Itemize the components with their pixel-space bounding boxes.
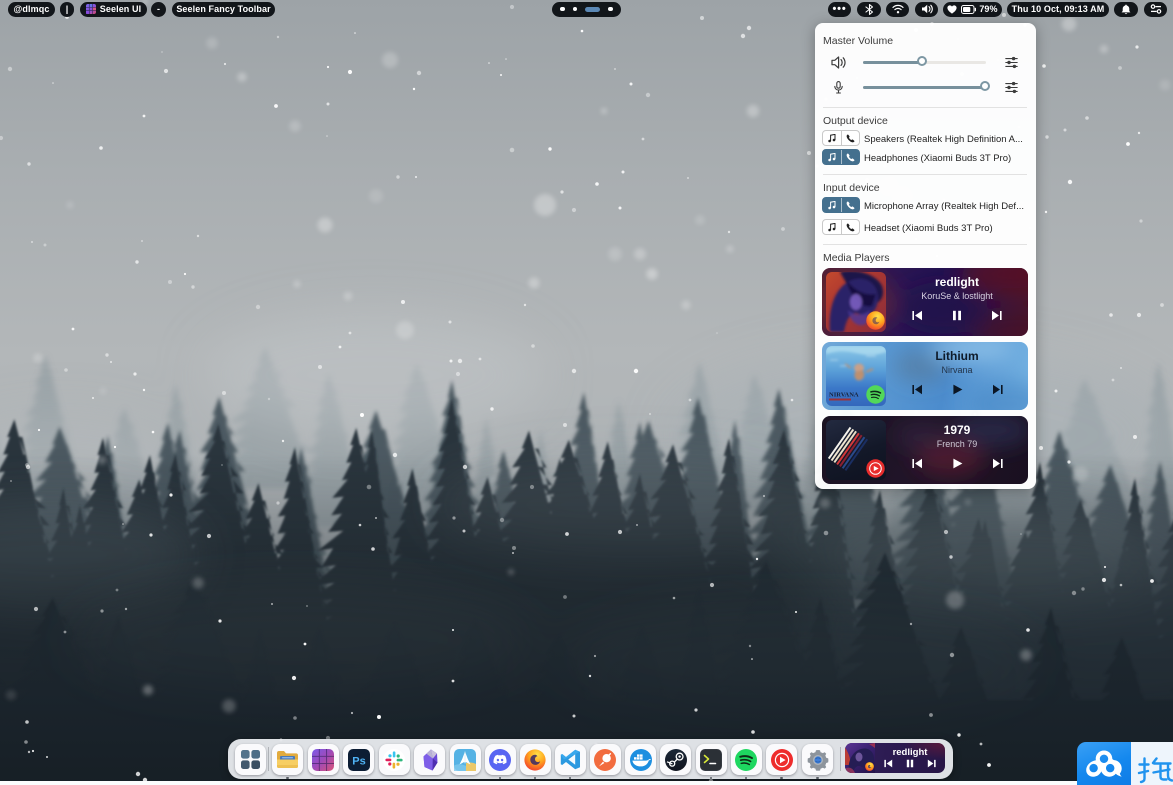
svg-text:NIRVANA: NIRVANA [829, 392, 859, 399]
svg-text:Ps: Ps [352, 755, 365, 767]
